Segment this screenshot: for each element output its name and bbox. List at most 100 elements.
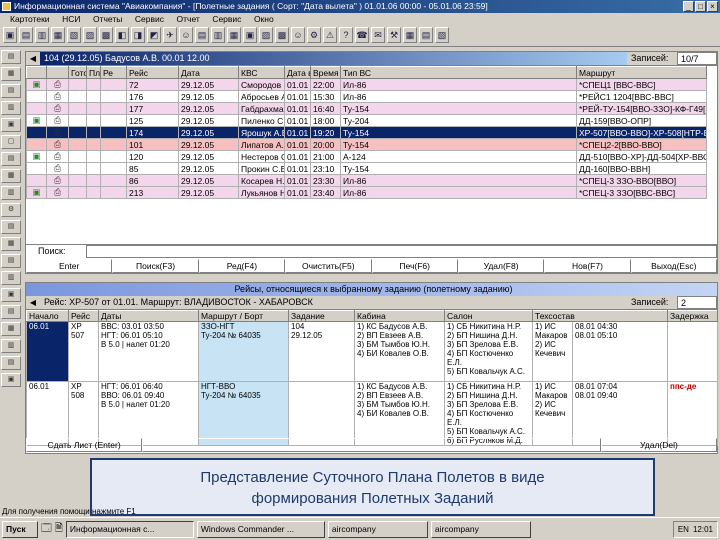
edit-button[interactable]: Ред(F4) <box>198 259 286 273</box>
new-button[interactable]: Нов(F7) <box>544 259 631 273</box>
print-icon[interactable]: ▥ <box>35 27 49 43</box>
map-icon[interactable]: ▨ <box>259 27 273 43</box>
table-row[interactable]: ▣⎙ 12029.12.05Нестеров О.В.01.0121:00А-12… <box>26 150 707 163</box>
menu-item[interactable]: Сервис <box>135 14 164 24</box>
chart-icon[interactable]: ▣ <box>243 27 257 43</box>
col-header[interactable]: Начало <box>26 310 69 322</box>
col-header[interactable]: КВС <box>238 66 285 79</box>
cut-icon[interactable]: ▨ <box>83 27 97 43</box>
calendar-icon[interactable]: ▩ <box>275 27 289 43</box>
side-tool-button[interactable]: ▤ <box>1 152 21 166</box>
col-header[interactable]: Ре <box>100 66 127 79</box>
table-row[interactable]: ▣⎙ 21329.12.05Лукьянов Н.Н.01.0123:40Ил-8… <box>26 186 707 199</box>
table-row[interactable]: ▣⎙ 12529.12.05Пиленко С.Р.01.0118:00Ту-20… <box>26 114 707 127</box>
list-icon[interactable]: ▤ <box>419 27 433 43</box>
minimize-button[interactable]: _ <box>683 1 694 12</box>
crew-icon[interactable]: ☺ <box>179 27 193 43</box>
save-icon[interactable]: ▤ <box>19 27 33 43</box>
side-tool-button[interactable]: ▦ <box>1 237 21 251</box>
col-header[interactable]: Пл <box>86 66 101 79</box>
side-tool-button[interactable]: ▤ <box>1 220 21 234</box>
side-tool-button[interactable]: ▥ <box>1 271 21 285</box>
side-tool-button[interactable]: ▥ <box>1 101 21 115</box>
side-tool-button[interactable]: ▤ <box>1 254 21 268</box>
maximize-button[interactable]: □ <box>695 1 706 12</box>
side-tool-button[interactable]: ⚙ <box>1 203 21 217</box>
tools-icon[interactable]: ⚒ <box>387 27 401 43</box>
side-tool-button[interactable]: ▤ <box>1 305 21 319</box>
table-row[interactable]: ▣⎙ 7229.12.05Смородов В.С.01.0122:00Ил-86… <box>26 78 707 91</box>
col-header[interactable]: Рейс <box>68 310 99 322</box>
col-header[interactable]: Маршрут / Борт <box>198 310 289 322</box>
col-header[interactable]: Маршрут <box>576 66 707 79</box>
search-input[interactable] <box>86 245 717 258</box>
col-header[interactable] <box>46 66 69 79</box>
open-icon[interactable]: ▣ <box>3 27 17 43</box>
language-indicator[interactable]: EN <box>678 525 689 534</box>
paste-icon[interactable]: ▧ <box>67 27 81 43</box>
copy-icon[interactable]: ▦ <box>51 27 65 43</box>
flight-row[interactable]: 06.01 ХР 508 НГТ: 06.01 06:40 ВВО: 06.01 0… <box>26 381 718 446</box>
grid-icon[interactable]: ▦ <box>403 27 417 43</box>
side-tool-button[interactable]: ▦ <box>1 169 21 183</box>
search-button[interactable]: Поиск(F3) <box>112 259 199 273</box>
side-tool-button[interactable]: ▣ <box>1 118 21 132</box>
col-header[interactable]: Готов <box>68 66 87 79</box>
side-tool-button[interactable]: ▦ <box>1 67 21 81</box>
side-tool-button[interactable]: ▦ <box>1 322 21 336</box>
menu-item[interactable]: Отчеты <box>93 14 122 24</box>
filter-icon[interactable]: ◧ <box>115 27 129 43</box>
delete-flight-button[interactable]: Удал(Del) <box>600 438 718 452</box>
nav-arrow-icon[interactable]: ◀ <box>26 52 40 65</box>
refresh-icon[interactable]: ◩ <box>147 27 161 43</box>
table-row[interactable]: ⎙ 17629.12.05Абросьев А.С.01.0115:30Ил-86… <box>26 90 707 103</box>
find-icon[interactable]: ▩ <box>99 27 113 43</box>
col-header[interactable]: Задержка <box>667 310 718 322</box>
print-preview-icon[interactable]: ▧ <box>435 27 449 43</box>
col-header[interactable]: Дата <box>178 66 239 79</box>
plane-icon[interactable]: ✈ <box>163 27 177 43</box>
delete-button[interactable]: Удал(F8) <box>457 259 545 273</box>
start-button[interactable]: Пуск <box>2 520 38 538</box>
table-row[interactable]: ⎙ 10129.12.05Липатов А.А.01.0120:00Ту-154… <box>26 138 707 151</box>
phone-icon[interactable]: ☎ <box>355 27 369 43</box>
help-icon[interactable]: ? <box>339 27 353 43</box>
task-item[interactable]: Windows Commander ... <box>196 520 325 538</box>
user-icon[interactable]: ☺ <box>291 27 305 43</box>
table-row[interactable]: ⎙ 17729.12.05Габдрахманов Р.К.01.0116:40Т… <box>26 102 707 115</box>
nav-arrow-icon[interactable]: ◀ <box>26 296 40 309</box>
col-header[interactable]: Даты <box>98 310 199 322</box>
schedule-icon[interactable]: ▤ <box>195 27 209 43</box>
warning-icon[interactable]: ⚠ <box>323 27 337 43</box>
menu-item[interactable]: Окно <box>254 14 274 24</box>
settings-icon[interactable]: ⚙ <box>307 27 321 43</box>
exit-button[interactable]: Выход(Esc) <box>630 259 717 273</box>
col-header[interactable]: Дата вылета <box>284 66 311 79</box>
menu-item[interactable]: НСИ <box>62 14 80 24</box>
col-header[interactable]: Задание <box>288 310 355 322</box>
table-row[interactable]: ⎙ 86 29.12.05 Косарев Н. 01.01 23:30 Ил-86 *СПЕ… <box>26 174 707 187</box>
menu-item[interactable]: Отчет <box>177 14 200 24</box>
menu-item[interactable]: Картотеки <box>10 14 50 24</box>
print-button[interactable]: Печ(F6) <box>371 259 458 273</box>
flight-row[interactable]: 06.01 ХР 507 ВВС: 03.01 03:50 НГТ: 06.01 0… <box>26 321 718 382</box>
side-tool-button[interactable]: ▣ <box>1 288 21 302</box>
side-tool-button[interactable]: ▤ <box>1 356 21 370</box>
close-button[interactable]: × <box>707 1 718 12</box>
side-tool-button[interactable]: ▢ <box>1 135 21 149</box>
table-row[interactable]: ⎙ 85 29.12.05 Прокин С.В. 01.01 23:10 Ту-154 ДД… <box>26 162 707 175</box>
menu-item[interactable]: Сервис <box>212 14 241 24</box>
task-item[interactable]: aircompany <box>430 520 531 538</box>
side-tool-button[interactable]: ▣ <box>1 373 21 387</box>
col-header[interactable]: Техсостав <box>532 310 668 322</box>
table-icon[interactable]: ▦ <box>227 27 241 43</box>
quicklaunch-icon[interactable]: 🗎 <box>55 521 63 538</box>
col-header[interactable]: Кабина <box>354 310 445 322</box>
col-header[interactable]: Рейс <box>126 66 179 79</box>
report-icon[interactable]: ▥ <box>211 27 225 43</box>
col-header[interactable]: Салон <box>444 310 533 322</box>
task-item[interactable]: aircompany <box>327 520 428 538</box>
quicklaunch-icon[interactable]: 🗔 <box>41 521 52 538</box>
sort-icon[interactable]: ◨ <box>131 27 145 43</box>
side-tool-button[interactable]: ▥ <box>1 339 21 353</box>
